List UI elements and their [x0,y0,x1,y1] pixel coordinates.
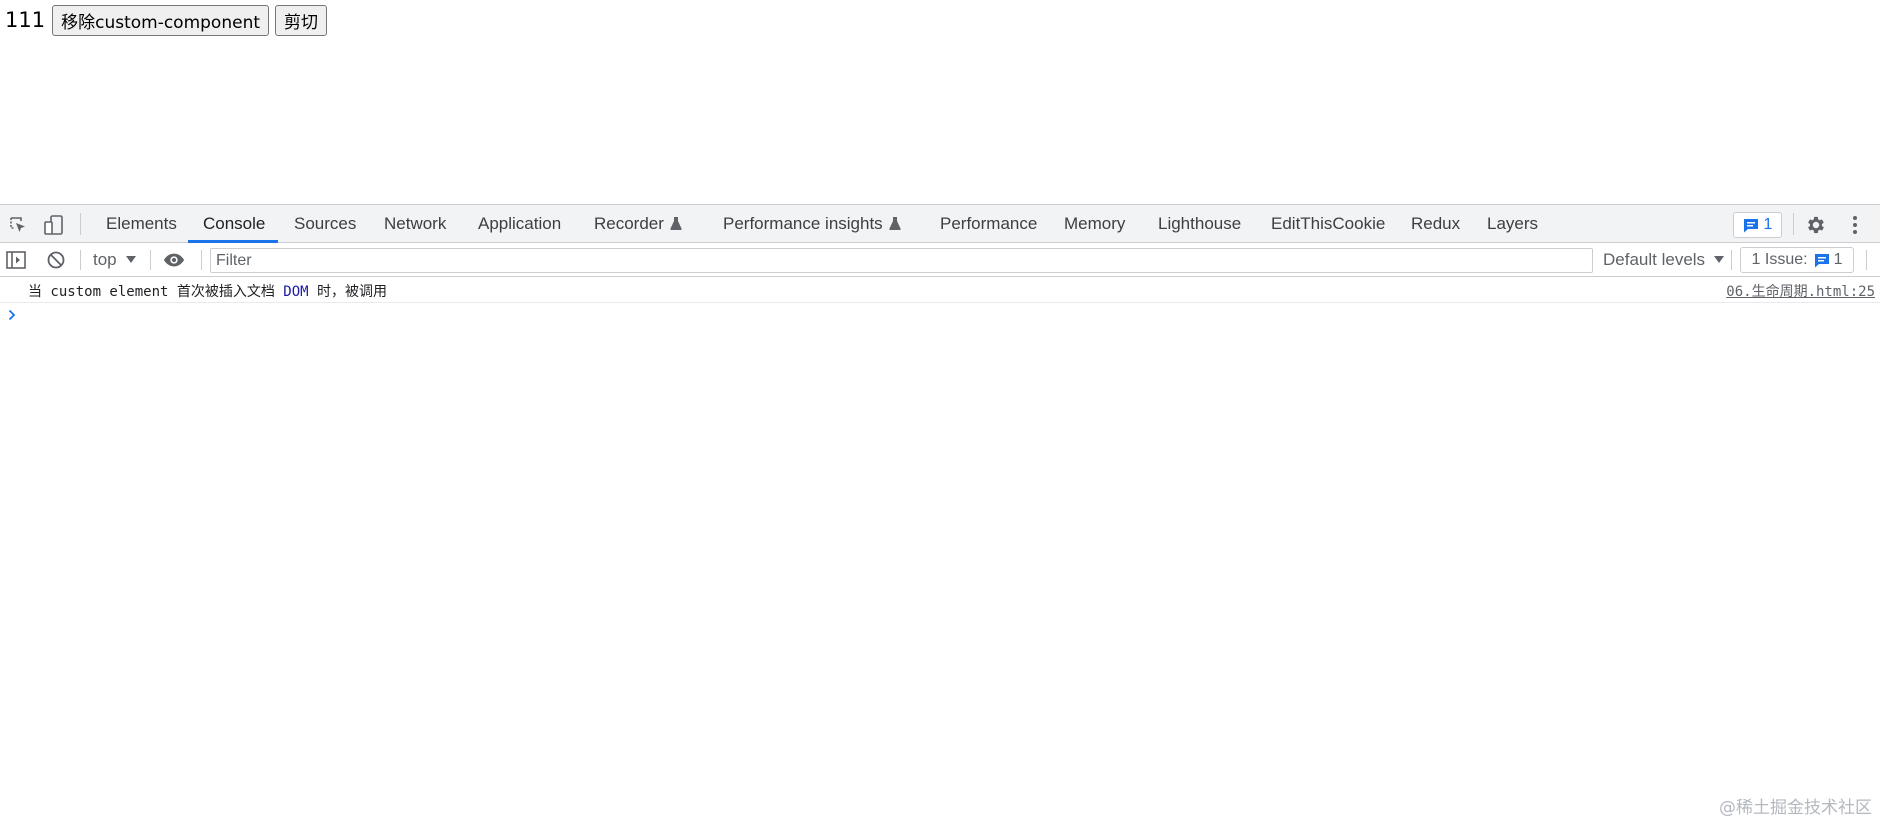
console-message-text: 当 custom element 首次被插入文档 DOM 时，被调用 [28,281,387,301]
tab-recorder-label: Recorder [594,214,664,233]
experimental-flask-icon [670,206,682,244]
console-message-source-link[interactable]: 06.生命周期.html:25 [1726,281,1875,301]
device-toolbar-icon[interactable] [43,214,65,236]
tab-performance-insights-label: Performance insights [723,214,883,233]
experimental-flask-icon [889,206,901,244]
watermark: @稀土掘金技术社区 [1719,798,1872,818]
messages-badge-count: 1 [1763,216,1773,233]
cut-button[interactable]: 剪切 [275,4,328,36]
tab-application[interactable]: Application [478,205,561,243]
tab-memory[interactable]: Memory [1064,205,1125,243]
log-levels-label: Default levels [1603,250,1706,269]
counter-text: 111 [5,8,46,32]
tab-console[interactable]: Console [203,205,265,243]
context-selector[interactable]: top [93,243,136,277]
message-bubble-icon [1814,253,1829,267]
toolbar-divider [201,250,202,270]
messages-badge[interactable]: 1 [1733,212,1782,238]
tab-lighthouse[interactable]: Lighthouse [1158,205,1241,243]
tab-network[interactable]: Network [384,205,446,243]
page-controls: 111 移除custom-component 剪切 [5,4,333,36]
chevron-down-icon [1714,256,1725,263]
message-text-part: 时，被调用 [308,284,388,300]
toolbar-divider [150,250,151,270]
toolbar-divider [80,250,81,270]
devtools-panel: Elements Console Sources Network Applica… [0,204,1880,828]
remove-component-button[interactable]: 移除custom-component [52,4,270,36]
page-viewport: 111 移除custom-component 剪切 [0,0,1880,204]
console-toolbar: top Default levels 1 Issue: 1 [0,243,1880,277]
gear-icon[interactable] [1805,214,1827,236]
tab-redux[interactable]: Redux [1411,205,1460,243]
toolbar-divider [1731,250,1732,270]
tab-sources[interactable]: Sources [294,205,356,243]
toolbar-divider [80,213,81,235]
tab-performance[interactable]: Performance [940,205,1037,243]
message-bubble-icon [1743,218,1758,232]
message-text-part: 当 custom element 首次被插入文档 [28,284,284,300]
inspect-element-icon[interactable] [7,214,29,236]
issues-button[interactable]: 1 Issue: 1 [1740,247,1854,273]
tab-recorder[interactable]: Recorder [594,205,682,243]
chevron-right-icon[interactable] [6,307,18,323]
sidebar-toggle-icon[interactable] [5,249,27,271]
console-message-row: 当 custom element 首次被插入文档 DOM 时，被调用 06.生命… [0,277,1880,303]
tab-layers[interactable]: Layers [1487,205,1538,243]
log-levels-dropdown[interactable]: Default levels [1603,243,1725,277]
live-expression-eye-icon[interactable] [163,249,185,271]
console-filter-input[interactable] [210,248,1593,273]
issues-label: 1 Issue: [1751,251,1808,268]
tab-elements[interactable]: Elements [106,205,177,243]
toolbar-divider [1866,250,1867,270]
context-selector-value: top [93,250,117,269]
tab-performance-insights[interactable]: Performance insights [723,205,901,243]
kebab-menu-icon[interactable] [1844,214,1866,236]
clear-console-icon[interactable] [45,249,67,271]
issues-count: 1 [1833,251,1843,268]
devtools-tabbar: Elements Console Sources Network Applica… [0,205,1880,243]
tab-editthiscookie[interactable]: EditThisCookie [1271,205,1385,243]
chevron-down-icon [125,256,136,263]
toolbar-divider [1793,213,1794,235]
message-text-dom: DOM [283,284,309,300]
